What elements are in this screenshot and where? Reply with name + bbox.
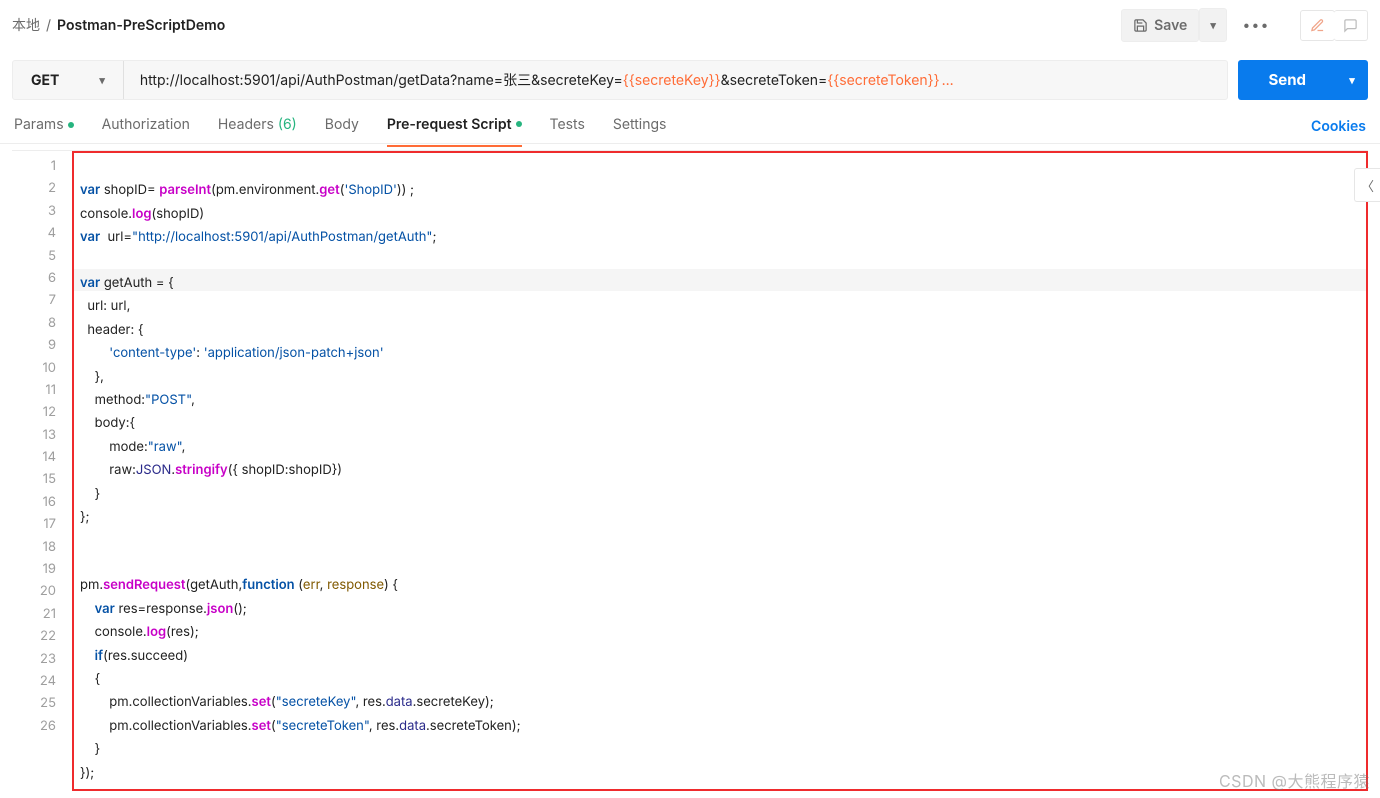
tab-body[interactable]: Body [325, 108, 359, 145]
method-url-bar: GET ▾ http://localhost:5901/api/AuthPost… [12, 60, 1228, 100]
request-row: GET ▾ http://localhost:5901/api/AuthPost… [0, 50, 1380, 104]
url-var-secreteKey: {{secreteKey}} [623, 72, 721, 89]
chevron-down-icon: ▾ [99, 73, 105, 87]
send-button[interactable]: Send ▾ [1238, 60, 1368, 100]
send-label: Send [1238, 60, 1336, 100]
dot-icon [68, 122, 74, 128]
pencil-icon [1310, 18, 1325, 33]
tab-pre-request-script[interactable]: Pre-request Script [387, 108, 522, 147]
url-input[interactable]: http://localhost:5901/api/AuthPostman/ge… [124, 61, 1228, 99]
save-icon [1133, 18, 1148, 33]
method-label: GET [31, 72, 59, 89]
code-editor[interactable]: 1234567891011121314151617181920212223242… [12, 150, 1368, 791]
side-collapse-button[interactable]: 〈 [1354, 168, 1380, 202]
request-tabs: Params Authorization Headers (6) Body Pr… [0, 104, 1380, 144]
tab-authorization[interactable]: Authorization [102, 108, 190, 145]
breadcrumb-name[interactable]: Postman-PreScriptDemo [57, 17, 225, 34]
method-select[interactable]: GET ▾ [13, 61, 124, 99]
more-button[interactable]: ••• [1233, 9, 1280, 42]
dots-icon: ••• [1243, 17, 1270, 34]
tab-headers[interactable]: Headers (6) [218, 108, 297, 145]
save-button[interactable]: Save [1121, 9, 1199, 42]
save-label: Save [1154, 17, 1187, 34]
comment-icon [1343, 18, 1358, 33]
dot-icon [516, 121, 522, 127]
breadcrumb-root[interactable]: 本地 [12, 15, 40, 35]
watermark: CSDN @大熊程序猿 [1219, 768, 1370, 792]
chevron-down-icon: ▾ [1210, 18, 1216, 32]
tab-settings[interactable]: Settings [613, 108, 667, 145]
tab-params[interactable]: Params [14, 108, 74, 145]
code-content[interactable]: var shopID= parseInt(pm.environment.get(… [72, 151, 1368, 791]
breadcrumb-sep: / [46, 17, 51, 34]
headers-count: (6) [278, 116, 297, 133]
line-gutter: 1234567891011121314151617181920212223242… [12, 151, 72, 791]
edit-button[interactable] [1300, 10, 1335, 41]
cookies-link[interactable]: Cookies [1311, 118, 1366, 135]
send-dropdown[interactable]: ▾ [1336, 73, 1368, 87]
url-var-secreteToken: {{secreteToken}} [827, 72, 939, 89]
breadcrumb: 本地 / Postman-PreScriptDemo [12, 15, 225, 35]
comment-button[interactable] [1334, 10, 1368, 41]
save-dropdown-button[interactable]: ▾ [1199, 8, 1227, 42]
chevron-left-icon: 〈 [1361, 176, 1374, 195]
top-toolbar: 本地 / Postman-PreScriptDemo Save ▾ ••• [0, 0, 1380, 50]
tab-tests[interactable]: Tests [550, 108, 585, 145]
